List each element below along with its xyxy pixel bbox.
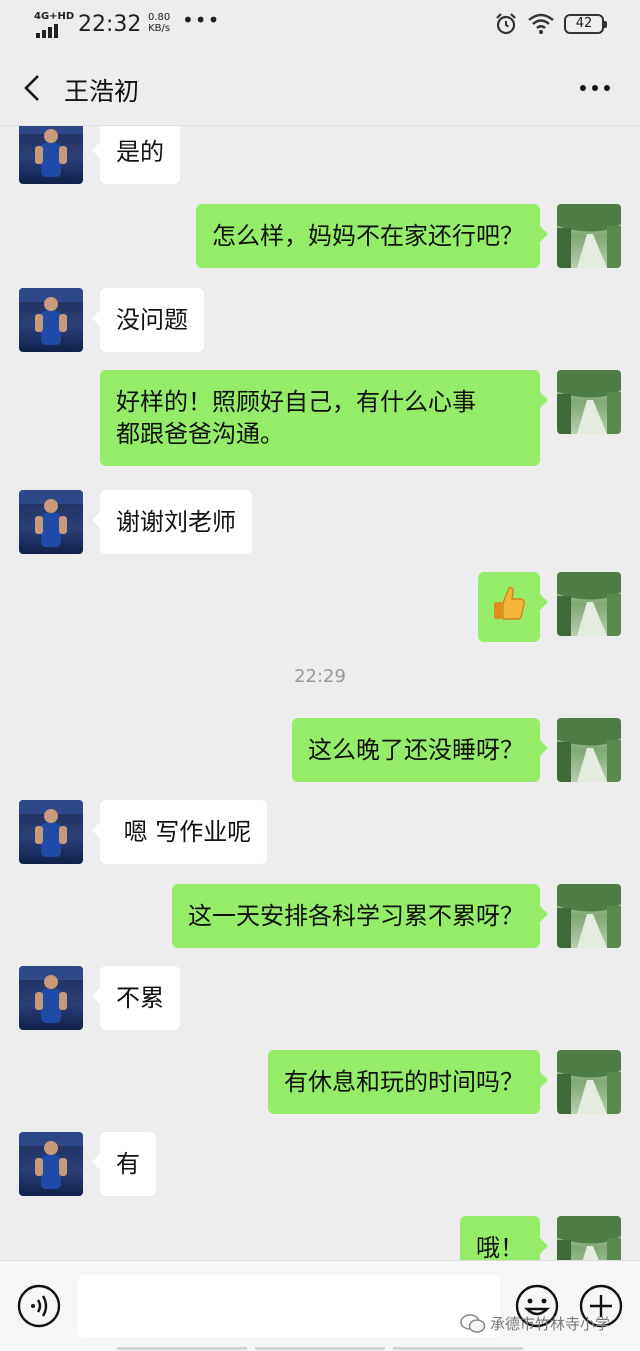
message-bubble[interactable]: 这一天安排各科学习累不累呀？ [172,884,548,948]
message-list[interactable]: 是的 怎么样，妈妈不在家还行吧？ 没问题 好样的！照顾好自己，有什么心事 都跟爸… [0,126,640,1260]
message-bubble[interactable]: 嗯 写作业呢 [91,800,268,864]
message-bubble[interactable]: 谢谢刘老师 [92,490,252,554]
input-bar: 承德市竹林寺小学 [0,1260,640,1351]
watermark-text: 承德市竹林寺小学 [490,1315,611,1333]
my-avatar[interactable] [557,1050,621,1114]
message-bubble[interactable]: 有休息和玩的时间吗？ [268,1050,548,1114]
network-type: 4G+HD [34,11,75,22]
contact-avatar[interactable] [19,126,83,184]
my-avatar[interactable] [557,884,621,948]
back-arrow-icon[interactable] [18,72,50,104]
my-avatar[interactable] [557,718,621,782]
message-line: 好样的！照顾好自己，有什么心事 [116,388,476,416]
network-speed: 0.80 KB/s [148,12,170,34]
thumbs-up-icon [494,586,525,620]
time-separator: 22:29 [294,666,346,687]
chat-title: 王浩初 [64,77,140,106]
network-speed-unit: KB/s [148,23,171,34]
status-bar: 4G+HD 22:32 0.80 KB/s ••• 42 [0,0,640,50]
wifi-icon [528,13,554,34]
my-avatar[interactable] [557,370,621,434]
battery-indicator: 42 [564,14,607,34]
contact-avatar[interactable] [19,966,83,1030]
more-options-icon[interactable] [578,74,612,102]
gesture-bar [0,1347,640,1351]
voice-input-icon[interactable] [16,1283,62,1329]
network-speed-value: 0.80 [148,12,171,23]
message-bubble[interactable] [478,572,548,642]
message-bubble[interactable]: 是的 [92,126,180,184]
contact-avatar[interactable] [19,288,83,352]
message-bubble[interactable]: 没问题 [92,288,204,352]
message-line: 都跟爸爸沟通。 [116,420,284,448]
message-bubble[interactable]: 有 [92,1132,156,1196]
contact-avatar[interactable] [19,800,83,864]
message-input[interactable] [78,1275,500,1337]
signal-icon [36,24,58,38]
wechat-logo-icon [460,1313,486,1333]
my-avatar[interactable] [557,1216,621,1260]
message-bubble[interactable]: 哦！ [460,1216,548,1260]
contact-avatar[interactable] [19,490,83,554]
status-time: 22:32 [78,12,142,37]
notification-dots-icon: ••• [182,8,221,32]
my-avatar[interactable] [557,204,621,268]
message-bubble[interactable]: 怎么样，妈妈不在家还行吧？ [196,204,548,268]
contact-avatar[interactable] [19,1132,83,1196]
message-bubble[interactable]: 不累 [92,966,180,1030]
alarm-icon [496,13,516,35]
message-bubble[interactable]: 好样的！照顾好自己，有什么心事 都跟爸爸沟通。 [100,370,548,466]
watermark: 承德市竹林寺小学 [460,1313,610,1334]
chat-header: 王浩初 [0,50,640,126]
message-bubble[interactable]: 这么晚了还没睡呀？ [292,718,548,782]
my-avatar[interactable] [557,572,621,636]
